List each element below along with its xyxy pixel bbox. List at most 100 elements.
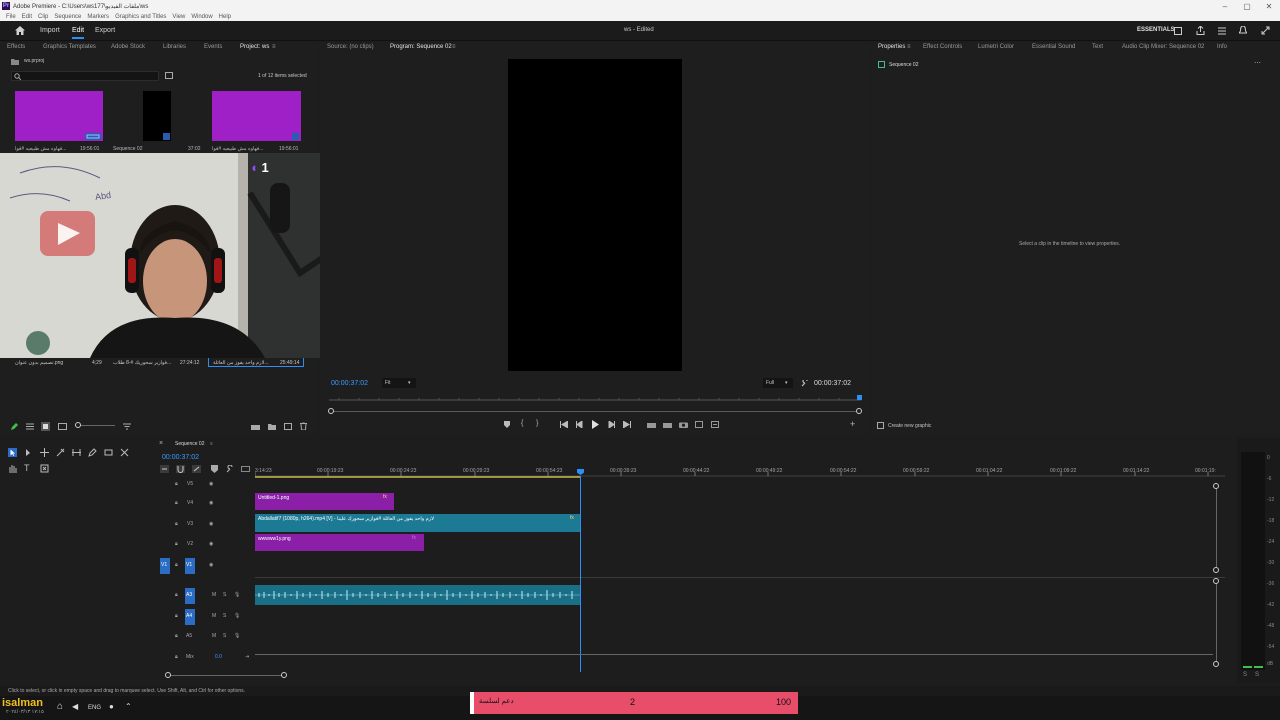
add-marker-icon[interactable]: [503, 421, 511, 428]
chevron-up-icon[interactable]: ⌃: [125, 702, 132, 711]
scroll-handle-bottom[interactable]: [1213, 661, 1219, 667]
solo-left-button[interactable]: S: [1243, 672, 1247, 678]
zoom-scroll-bar[interactable]: [328, 408, 862, 414]
eye-icon[interactable]: ◉: [209, 541, 213, 547]
zoom-handle-left[interactable]: [328, 408, 334, 414]
project-search-input[interactable]: [11, 71, 159, 81]
solo-button[interactable]: S: [223, 613, 226, 619]
sort-icon[interactable]: [123, 423, 131, 430]
fit-dropdown[interactable]: Fit ▾: [382, 378, 416, 388]
menu-icon[interactable]: [1218, 27, 1226, 35]
panel-menu-icon[interactable]: ≡: [210, 441, 213, 447]
microphone-icon[interactable]: ●: [109, 702, 114, 711]
more-options-icon[interactable]: ⋯: [1254, 59, 1261, 67]
zoom-handle-right[interactable]: [281, 672, 287, 678]
clip-untitled-png[interactable]: Untitled-1.png fx: [255, 493, 394, 510]
tab-project-ws[interactable]: Project: ws: [240, 44, 269, 50]
playhead-marker[interactable]: [857, 395, 862, 400]
tab-edit[interactable]: Edit: [72, 27, 85, 39]
project-item-name[interactable]: تصميم بدون عنوان.png: [15, 360, 63, 366]
tab-properties[interactable]: Properties: [878, 44, 905, 50]
lock-icon[interactable]: 🔒︎: [175, 562, 178, 568]
lock-icon[interactable]: 🔒︎: [175, 613, 178, 619]
microphone-icon[interactable]: 🎙︎: [234, 592, 240, 598]
mute-button[interactable]: M: [212, 633, 216, 639]
menu-clip[interactable]: Clip: [38, 14, 48, 20]
video-tracks-scrollbar[interactable]: [1213, 483, 1219, 573]
quality-dropdown[interactable]: Full ▾: [763, 378, 793, 388]
zoom-slider[interactable]: [75, 422, 115, 428]
add-marker-icon[interactable]: [211, 465, 218, 473]
timeline-zoom-bar[interactable]: [165, 672, 287, 678]
lock-icon[interactable]: 🔒︎: [175, 541, 178, 547]
lift-icon[interactable]: [647, 421, 656, 428]
step-forward-icon[interactable]: [608, 421, 615, 428]
scroll-handle-bottom[interactable]: [1213, 567, 1219, 573]
tab-essential-sound[interactable]: Essential Sound: [1032, 44, 1075, 50]
export-frame-icon[interactable]: [711, 421, 719, 428]
lock-icon[interactable]: 🔒︎: [175, 481, 178, 487]
sequence-tab[interactable]: Sequence 02: [175, 441, 204, 447]
tab-text[interactable]: Text: [1092, 44, 1103, 50]
track-select-tool-icon[interactable]: [24, 448, 33, 457]
eye-icon[interactable]: ◉: [209, 562, 213, 568]
zoom-handle-left[interactable]: [165, 672, 171, 678]
rectangle-tool-icon[interactable]: [104, 448, 113, 457]
lock-icon[interactable]: 🔒︎: [175, 521, 178, 527]
ripple-edit-tool-icon[interactable]: [40, 448, 49, 457]
snap-icon[interactable]: [176, 465, 185, 473]
tab-graphics-templates[interactable]: Graphics Templates: [43, 44, 96, 50]
clip-video-main[interactable]: Abdallatif7 (1080p, h264).mp4 [V] - لازم…: [255, 514, 581, 532]
maximize-button[interactable]: ▢: [1236, 0, 1258, 12]
close-tab-icon[interactable]: ×: [159, 440, 163, 447]
menu-view[interactable]: View: [172, 14, 185, 20]
menu-window[interactable]: Window: [191, 14, 212, 20]
list-view-icon[interactable]: [26, 423, 34, 430]
captions-icon[interactable]: [241, 466, 250, 472]
menu-help[interactable]: Help: [219, 14, 231, 20]
eye-icon[interactable]: ◉: [209, 521, 213, 527]
camera-icon[interactable]: [679, 421, 688, 428]
wrench-icon[interactable]: [801, 380, 808, 387]
add-button-icon[interactable]: +: [850, 419, 855, 429]
razor-tool-icon[interactable]: [56, 448, 65, 457]
network-icon[interactable]: ⌂: [57, 701, 63, 712]
lock-icon[interactable]: 🔒︎: [175, 500, 178, 506]
lock-icon[interactable]: 🔒︎: [175, 592, 178, 598]
audio-tracks-scrollbar[interactable]: [1213, 578, 1219, 667]
lock-icon[interactable]: 🔒︎: [175, 633, 178, 639]
eye-icon[interactable]: ◉: [209, 500, 213, 506]
tab-lumetri-color[interactable]: Lumetri Color: [978, 44, 1014, 50]
tab-effect-controls[interactable]: Effect Controls: [923, 44, 962, 50]
project-item-name[interactable]: فوازير سحوريك #-8 طلاب...: [113, 360, 171, 366]
panel-menu-icon[interactable]: ≡: [272, 44, 276, 50]
fullscreen-icon[interactable]: [1261, 26, 1270, 35]
track-header-v1[interactable]: V1 V1 🔒︎ ◉: [155, 558, 255, 574]
playhead-line[interactable]: [580, 476, 581, 672]
track-header-v4[interactable]: 🔒︎ V4 ◉: [155, 497, 255, 513]
slip-tool-icon[interactable]: [72, 448, 81, 457]
tab-import[interactable]: Import: [40, 27, 60, 34]
project-item[interactable]: فهاوه مش طبيعيه #فوا... 19:56:01: [212, 91, 301, 152]
menu-sequence[interactable]: Sequence: [54, 14, 81, 20]
workspaces-icon[interactable]: [1174, 27, 1182, 35]
lock-icon[interactable]: 🔒︎: [175, 654, 178, 660]
language-indicator[interactable]: ENG: [88, 705, 101, 711]
icon-view-icon[interactable]: [41, 422, 50, 431]
transform-tool-icon[interactable]: [40, 464, 49, 473]
mark-in-icon[interactable]: {: [521, 420, 523, 427]
linked-selection-icon[interactable]: [192, 465, 201, 473]
scroll-handle-top[interactable]: [1213, 578, 1219, 584]
minimize-button[interactable]: –: [1214, 0, 1236, 12]
track-header-a4[interactable]: 🔒︎ A4 M S 🎙︎: [155, 609, 255, 625]
step-back-icon[interactable]: [576, 421, 583, 428]
timeline-timecode[interactable]: 00:00:37:02: [162, 454, 199, 461]
pen-tool-icon[interactable]: [88, 448, 97, 457]
mute-button[interactable]: M: [212, 613, 216, 619]
hand-tool-icon[interactable]: [8, 464, 17, 473]
tab-program[interactable]: Program: Sequence 02: [390, 44, 452, 50]
play-icon[interactable]: [592, 420, 599, 429]
tab-libraries[interactable]: Libraries: [163, 44, 186, 50]
tab-export[interactable]: Export: [95, 27, 115, 34]
trash-icon[interactable]: [300, 422, 307, 430]
